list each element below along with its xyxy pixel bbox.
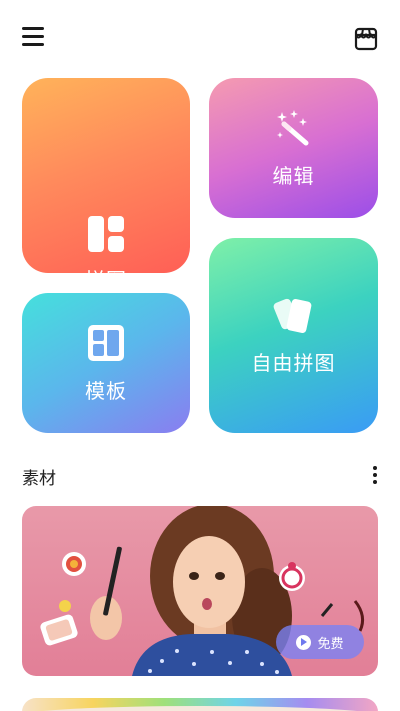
hamburger-menu-icon[interactable] — [22, 27, 44, 47]
free-badge-button[interactable]: 免费 — [276, 625, 364, 659]
collage-tile[interactable]: 拼图 — [22, 78, 190, 273]
play-circle-icon — [296, 634, 312, 650]
edit-tile[interactable]: 编辑 — [209, 78, 378, 218]
template-grid-icon — [88, 325, 124, 361]
materials-section-title: 素材 — [22, 469, 56, 489]
magic-wand-icon — [276, 110, 312, 146]
photo-cards-icon — [271, 296, 317, 336]
collage-layout-icon — [88, 216, 124, 252]
edit-tile-label: 编辑 — [272, 164, 315, 188]
more-vertical-icon[interactable] — [370, 464, 380, 486]
materials-banner-next[interactable] — [22, 698, 378, 711]
free-badge-label: 免费 — [317, 636, 344, 652]
store-icon[interactable] — [354, 26, 378, 52]
template-tile-label: 模板 — [85, 379, 127, 403]
materials-banner[interactable]: 免费 — [22, 506, 378, 676]
collage-tile-label: 拼图 — [22, 264, 190, 273]
template-tile[interactable]: 模板 — [22, 293, 190, 433]
free-collage-tile-label: 自由拼图 — [251, 351, 336, 375]
top-bar — [0, 0, 400, 76]
free-collage-tile[interactable]: 自由拼图 — [209, 238, 378, 433]
